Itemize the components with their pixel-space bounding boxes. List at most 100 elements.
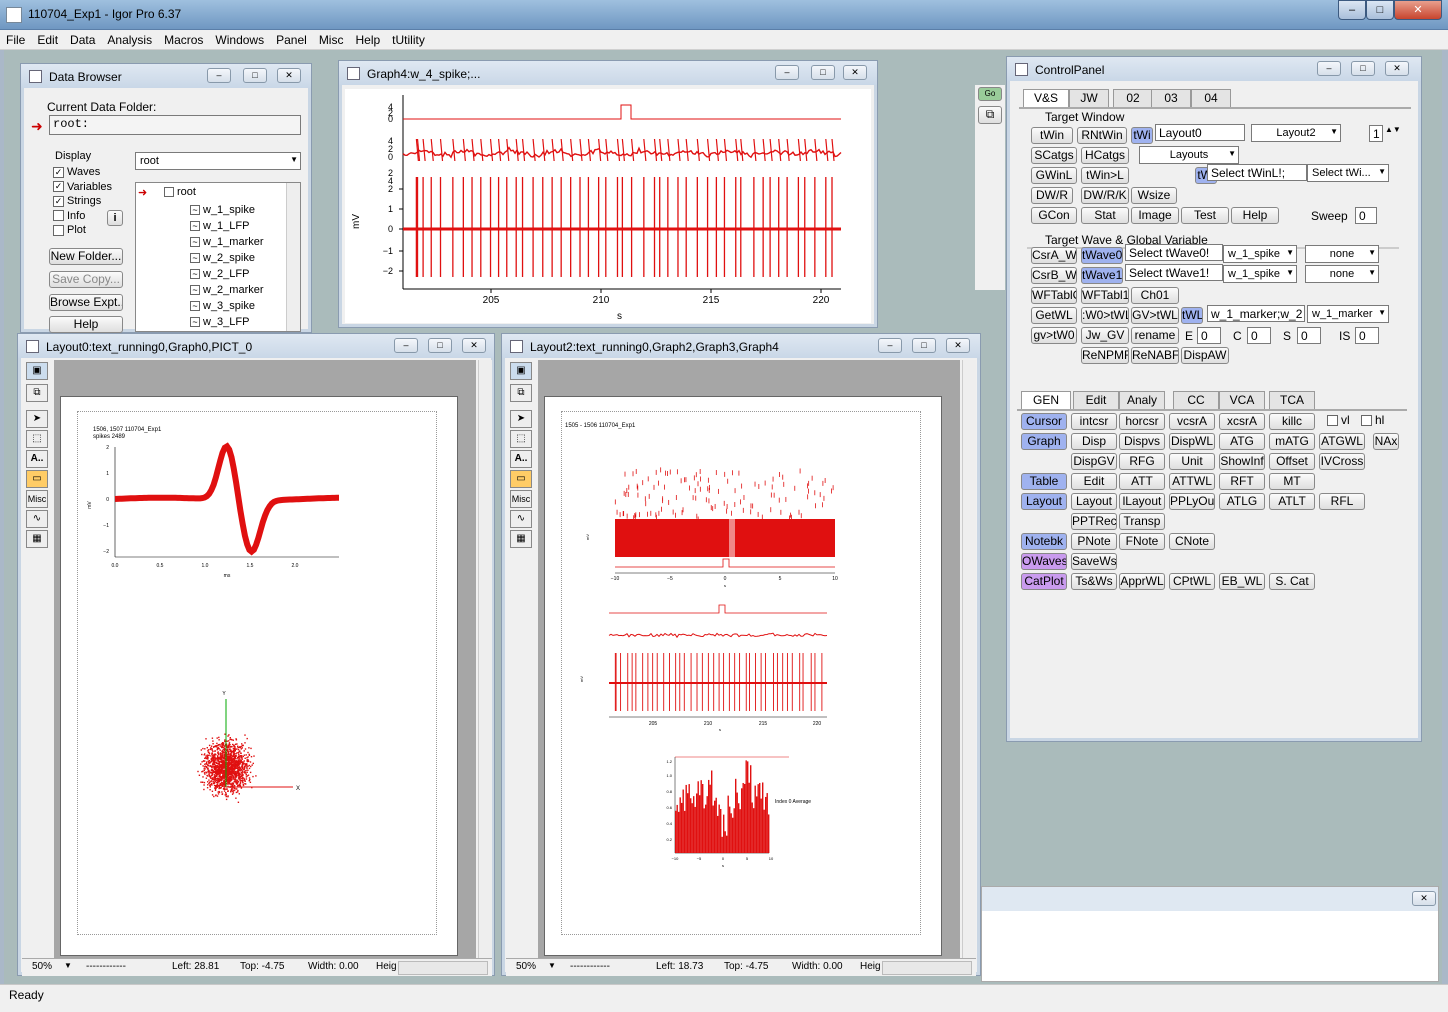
help-button[interactable]: Help — [49, 316, 123, 333]
drawing-mode-icon[interactable]: ⧉ — [26, 384, 48, 402]
gen-transp-button[interactable]: Transp — [1119, 513, 1165, 530]
dispaw-button[interactable]: DispAW — [1181, 347, 1229, 364]
jw-gv-button[interactable]: Jw_GV — [1081, 327, 1129, 344]
tree-item[interactable]: ~ w_3_LFP — [190, 314, 264, 330]
menu-help[interactable]: Help — [349, 30, 386, 47]
marker-select[interactable]: w_1_marker — [1307, 305, 1389, 323]
gen-layout-button[interactable]: Layout — [1071, 493, 1117, 510]
gen-notebk-button[interactable]: Notebk — [1021, 533, 1067, 550]
is-field[interactable]: 0 — [1355, 327, 1379, 344]
c-field[interactable]: 0 — [1247, 327, 1271, 344]
data-browser-close[interactable]: ✕ — [277, 68, 301, 83]
menu-misc[interactable]: Misc — [313, 30, 350, 47]
getwl-button[interactable]: GetWL — [1031, 307, 1077, 324]
graph-tool-icon[interactable]: ∿ — [510, 510, 532, 528]
gen-cursor-button[interactable]: Cursor — [1021, 413, 1067, 430]
gen-atgwl-button[interactable]: ATGWL — [1319, 433, 1365, 450]
check-strings[interactable]: ✓ Strings — [53, 194, 112, 209]
layout0-zoom-arrow-icon[interactable]: ▼ — [64, 961, 72, 970]
renabf-button[interactable]: ReNABF — [1131, 347, 1179, 364]
info-icon[interactable]: i — [107, 210, 123, 226]
index-spinner-icon[interactable]: ▲▼ — [1385, 125, 1401, 134]
rntwin-button[interactable]: RNtWin — [1077, 127, 1127, 144]
layout0-maximize[interactable]: □ — [428, 338, 452, 353]
tab-02[interactable]: 02 — [1113, 89, 1153, 107]
wftabl1-button[interactable]: WFTabl1 — [1081, 287, 1129, 304]
gen-catplot-button[interactable]: CatPlot — [1021, 573, 1067, 590]
graph-tool-icon[interactable]: ∿ — [26, 510, 48, 528]
folder-select[interactable]: root — [135, 152, 301, 170]
minimize-button[interactable]: – — [1338, 0, 1366, 20]
gen-tab-tca[interactable]: TCA — [1269, 391, 1315, 409]
tree-scrollbar[interactable] — [286, 183, 300, 331]
layout-mode-icon[interactable]: ▣ — [26, 362, 48, 380]
gen-eb-wl-button[interactable]: EB_WL — [1219, 573, 1265, 590]
layout2-maximize[interactable]: □ — [912, 338, 936, 353]
gen-killc-button[interactable]: killc — [1269, 413, 1315, 430]
wave0-extra-select[interactable]: none — [1305, 245, 1379, 263]
twin-l-button[interactable]: tWin>L — [1081, 167, 1129, 184]
layout2-minimize[interactable]: – — [878, 338, 902, 353]
tree-item[interactable]: ~ w_1_LFP — [190, 218, 264, 234]
gen-table-button[interactable]: Table — [1021, 473, 1067, 490]
tree-item[interactable]: ~ w_2_LFP — [190, 266, 264, 282]
graph4-maximize[interactable]: □ — [811, 65, 835, 80]
layout0-close[interactable]: ✕ — [462, 338, 486, 353]
layout0-zoom[interactable]: 50% — [32, 961, 52, 972]
gen-dispgv-button[interactable]: DispGV — [1071, 453, 1117, 470]
stat-button[interactable]: Stat — [1081, 207, 1129, 224]
renpmf-button[interactable]: ReNPMF — [1081, 347, 1129, 364]
tree-item[interactable]: ~ w_1_spike — [190, 202, 264, 218]
layout0-hscrollbar[interactable] — [398, 961, 488, 975]
empty-window-close[interactable]: ✕ — [1412, 891, 1436, 906]
graph4-minimize[interactable]: – — [775, 65, 799, 80]
gen-rfg-button[interactable]: RFG — [1119, 453, 1165, 470]
vl-checkbox[interactable]: vl — [1327, 413, 1350, 427]
arrow-tool-icon[interactable]: ➤ — [510, 410, 532, 428]
menu-data[interactable]: Data — [64, 30, 101, 47]
browse-expt-button[interactable]: Browse Expt... — [49, 294, 123, 311]
gen-showinf-button[interactable]: ShowInf — [1219, 453, 1265, 470]
misc-tool-icon[interactable]: Misc — [26, 490, 48, 508]
gen-disp-button[interactable]: Disp — [1071, 433, 1117, 450]
tab-jw[interactable]: JW — [1069, 89, 1109, 107]
gv-tw0-button[interactable]: gv>tW0 — [1031, 327, 1077, 344]
gen-apprwl-button[interactable]: ApprWL — [1119, 573, 1165, 590]
gen-atlg-button[interactable]: ATLG — [1219, 493, 1265, 510]
e-field[interactable]: 0 — [1197, 327, 1221, 344]
gen-dispwl-button[interactable]: DispWL — [1169, 433, 1215, 450]
gen-pptrec-button[interactable]: PPTRec — [1071, 513, 1117, 530]
frame-tool-icon[interactable]: ▭ — [510, 470, 532, 488]
tab-v-s[interactable]: V&S — [1023, 89, 1069, 109]
gen-offset-button[interactable]: Offset — [1269, 453, 1315, 470]
text-tool-icon[interactable]: A.. — [26, 450, 48, 468]
check-variables[interactable]: ✓ Variables — [53, 180, 112, 195]
table-tool-icon[interactable]: ▦ — [26, 530, 48, 548]
gv-twl-button[interactable]: GV>tWL — [1131, 307, 1179, 324]
gen-tab-gen[interactable]: GEN — [1021, 391, 1071, 411]
dw-r-button[interactable]: DW/R — [1031, 187, 1073, 204]
tab-03[interactable]: 03 — [1151, 89, 1191, 107]
tree-item[interactable]: ~ w_2_marker — [190, 282, 264, 298]
gen-llayout-button[interactable]: lLayout — [1119, 493, 1165, 510]
frame-tool-icon[interactable]: ▭ — [26, 470, 48, 488]
gen-atlt-button[interactable]: ATLT — [1269, 493, 1315, 510]
layout2-close[interactable]: ✕ — [946, 338, 970, 353]
gen-ts-ws-button[interactable]: Ts&Ws — [1071, 573, 1117, 590]
gwinl-button[interactable]: GWinL — [1031, 167, 1077, 184]
check-plot[interactable]: Plot — [53, 223, 112, 238]
twin-button[interactable]: tWin — [1031, 127, 1073, 144]
twave0-field[interactable]: Select tWave0! — [1125, 244, 1223, 261]
s-field[interactable]: 0 — [1297, 327, 1321, 344]
marquee-tool-icon[interactable]: ⬚ — [510, 430, 532, 448]
gen-ivcross-button[interactable]: IVCross — [1319, 453, 1365, 470]
tree-item[interactable]: ~ w_3_spike — [190, 298, 264, 314]
image-button[interactable]: Image — [1131, 207, 1179, 224]
twave1-field[interactable]: Select tWave1! — [1125, 264, 1223, 281]
layout2-hscrollbar[interactable] — [882, 961, 972, 975]
new-folder-button[interactable]: New Folder... — [49, 248, 123, 265]
layout-mode-icon[interactable]: ▣ — [510, 362, 532, 380]
gen-matg-button[interactable]: mATG — [1269, 433, 1315, 450]
tree-root[interactable]: root — [164, 186, 196, 198]
gen-nax-button[interactable]: NAx — [1373, 433, 1399, 450]
